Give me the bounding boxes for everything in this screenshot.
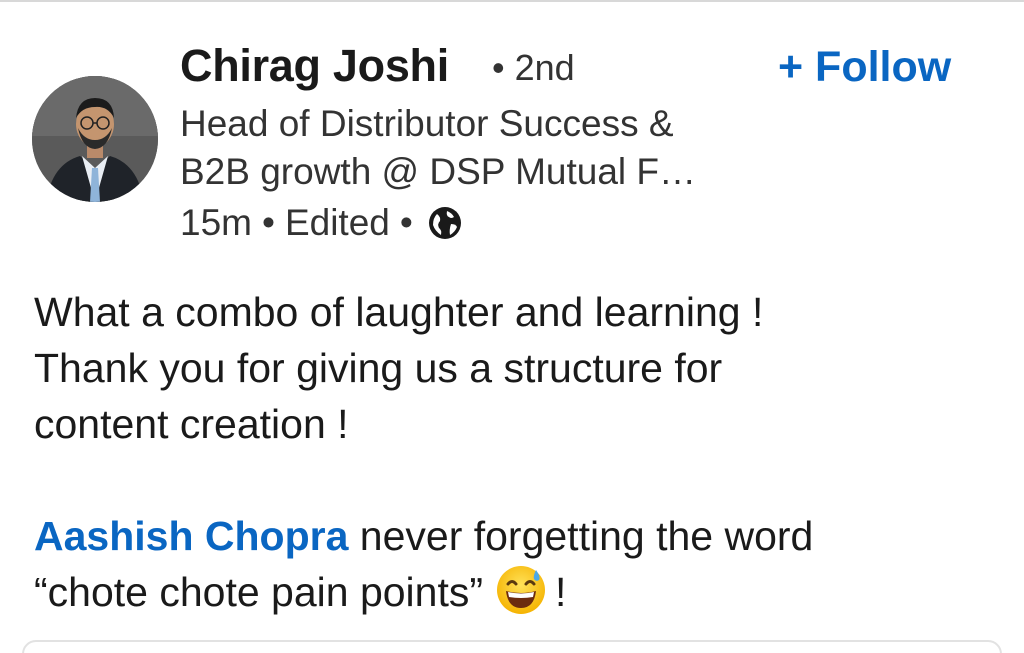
- post-timestamp: 15m: [180, 202, 252, 243]
- author-headline: Head of Distributor Success & B2B growth…: [180, 100, 780, 196]
- post-text-fragment: !: [555, 569, 567, 615]
- connection-degree: • 2nd: [492, 47, 575, 88]
- author-name[interactable]: Chirag Joshi: [180, 40, 449, 92]
- next-card-edge: [22, 640, 1002, 653]
- post-text-line: Aashish Chopra never forgetting the word: [34, 508, 994, 564]
- grinning-face-with-sweat-emoji-icon: [495, 564, 547, 616]
- post-text-line: Thank you for giving us a structure for: [34, 345, 723, 391]
- meta-separator: •: [261, 202, 275, 243]
- edited-label: Edited: [284, 202, 390, 243]
- post-text-line: What a combo of laughter and learning !: [34, 289, 764, 335]
- avatar[interactable]: [32, 76, 158, 202]
- meta-separator: •: [399, 202, 413, 243]
- post-text-fragment: “chote chote pain points”: [34, 569, 483, 615]
- post-text-line: “chote chote pain points” !: [34, 564, 994, 620]
- follow-button[interactable]: + Follow: [778, 41, 951, 93]
- post-body: What a combo of laughter and learning ! …: [34, 284, 994, 620]
- post-text-line: content creation !: [34, 401, 349, 447]
- avatar-image: [32, 76, 158, 202]
- post-meta: 15m • Edited •: [180, 200, 463, 246]
- mention-link[interactable]: Aashish Chopra: [34, 513, 348, 559]
- top-divider: [0, 0, 1024, 2]
- headline-line-1: Head of Distributor Success &: [180, 103, 674, 144]
- post-text-fragment: never forgetting the word: [348, 513, 814, 559]
- headline-line-2: B2B growth @ DSP Mutual F…: [180, 151, 697, 192]
- globe-icon: [427, 205, 463, 241]
